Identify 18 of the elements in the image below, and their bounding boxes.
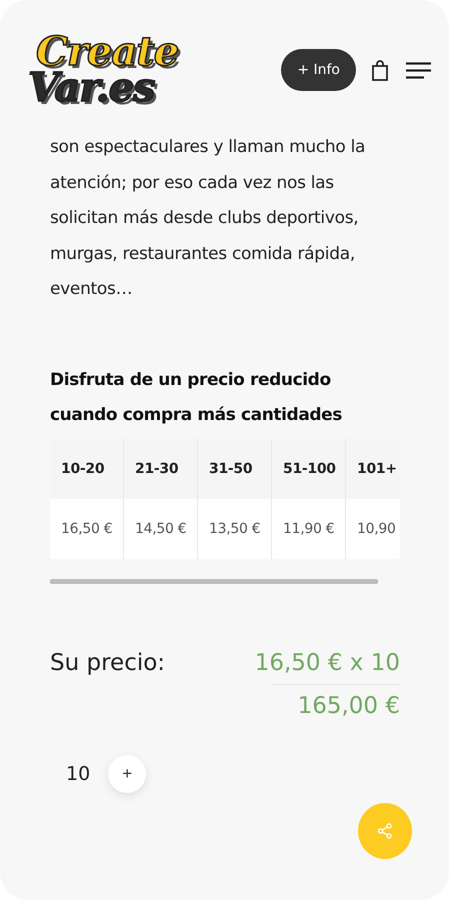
logo[interactable]: Create Var.es <box>28 34 178 106</box>
table-cell: 11,90 € <box>272 498 346 558</box>
info-button[interactable]: + Info <box>281 49 356 91</box>
plus-button[interactable]: + <box>108 754 146 792</box>
description-text: son espectaculares y llaman mucho la atención; por eso cada vez nos las solicitan más desde clubs deportivos, murgas, restaurantes comida rápida, eventos… <box>50 136 366 301</box>
discount-title: Disfruta de un precio reducido cuando compra más cantidades <box>50 368 344 426</box>
table-cell: 13,50 € <box>198 498 272 558</box>
table-cell: 16,50 € <box>50 498 124 558</box>
quantity-value: 10 <box>66 762 90 784</box>
shopping-bag-icon[interactable] <box>372 60 388 80</box>
scrollbar[interactable] <box>50 578 378 584</box>
unit-price: 16,50 € x 10 <box>254 650 400 676</box>
menu-icon[interactable] <box>406 62 431 78</box>
total-price: 165,00 € <box>298 692 400 718</box>
price-label: Su precio: <box>50 650 166 678</box>
table-cell: 14,50 € <box>124 498 198 558</box>
table-cell: 10,90 <box>346 498 400 558</box>
share-icon <box>377 823 393 839</box>
